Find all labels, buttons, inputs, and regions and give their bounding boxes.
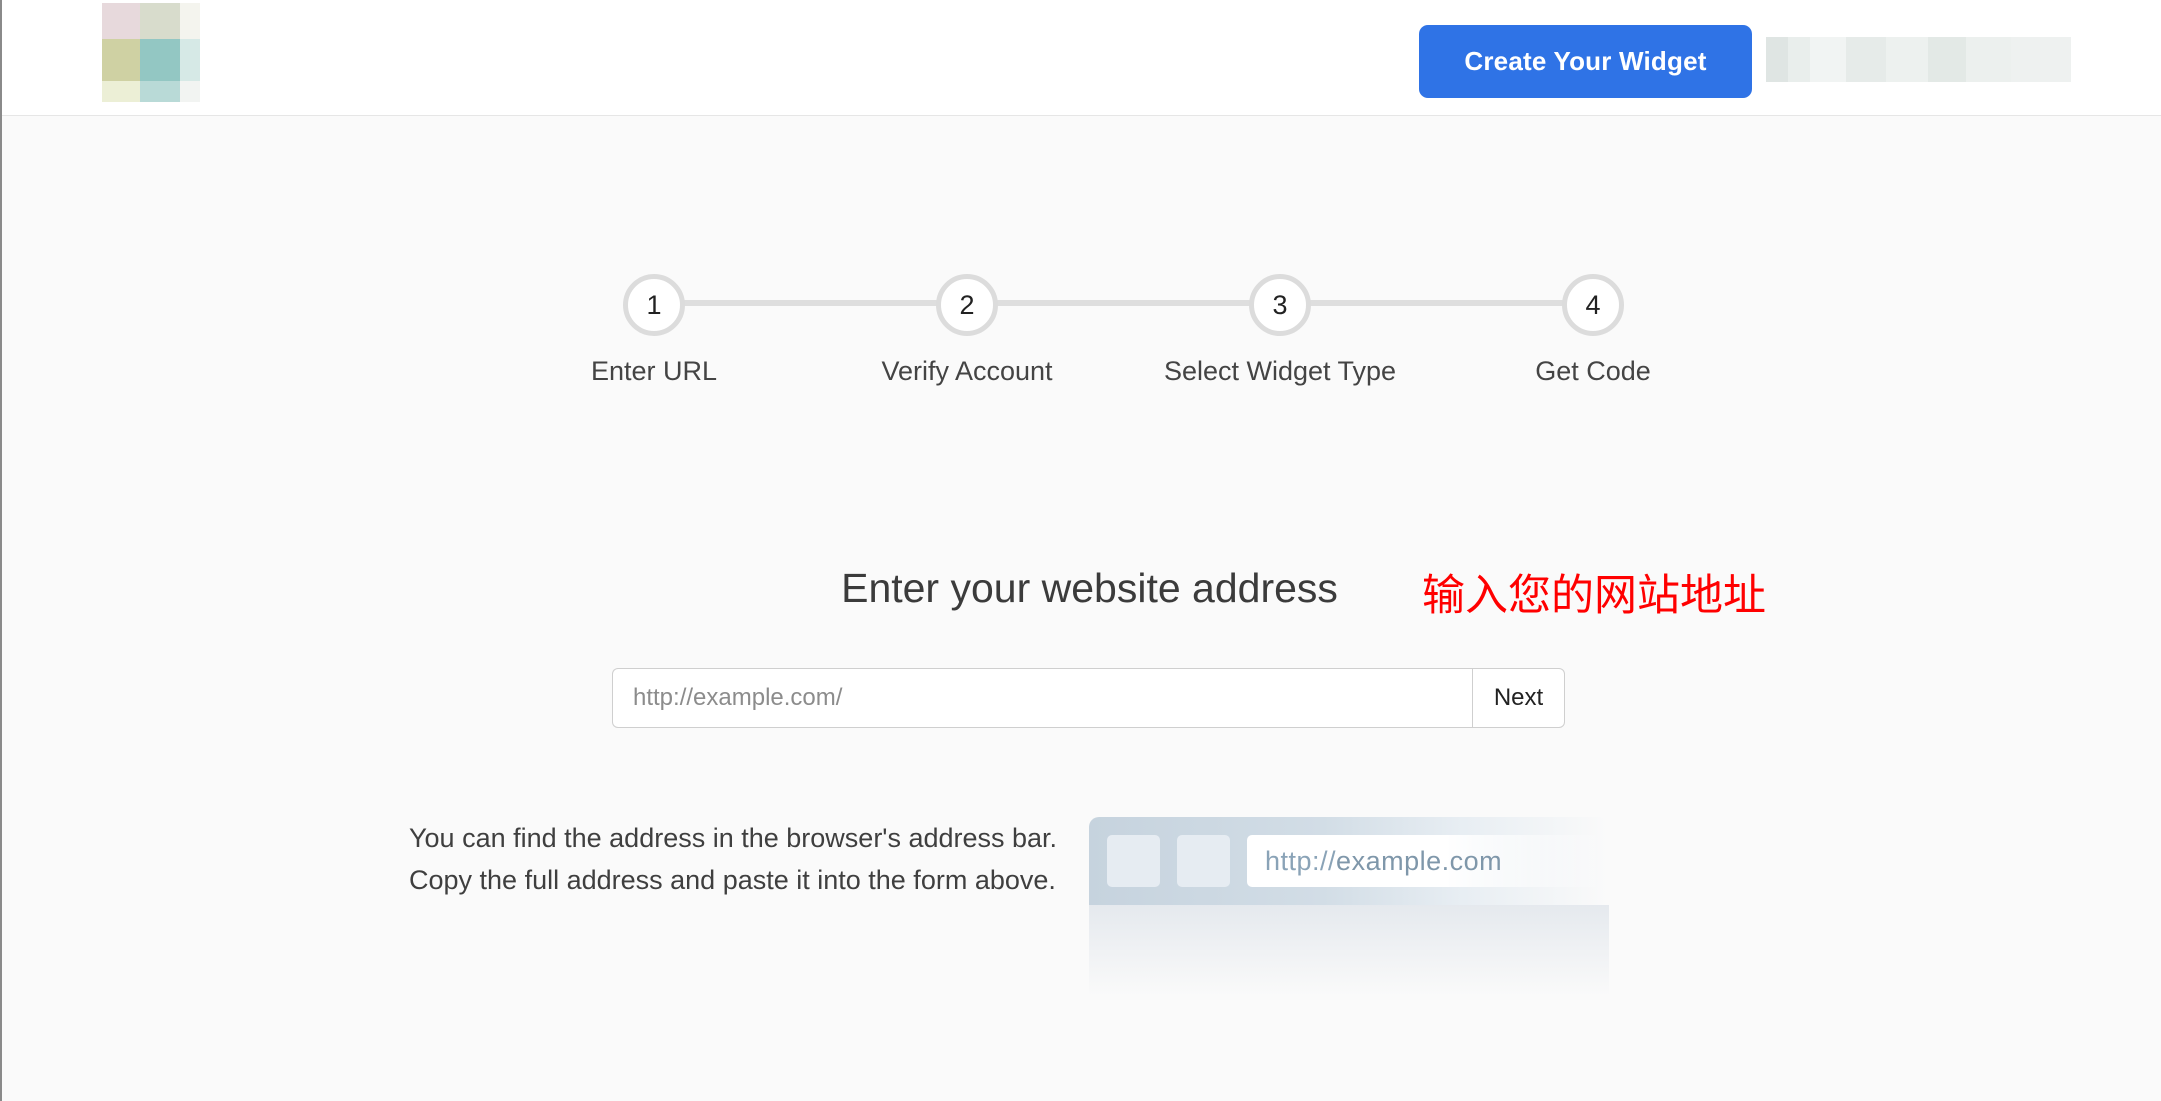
step-connector bbox=[995, 300, 1253, 306]
url-form: Next bbox=[612, 668, 1565, 728]
illustration-url-prefix: http:// bbox=[1265, 845, 1337, 876]
step-connector bbox=[682, 300, 940, 306]
step-3-label: Select Widget Type bbox=[1163, 356, 1397, 386]
step-4-label: Get Code bbox=[1535, 356, 1651, 386]
step-2-label: Verify Account bbox=[881, 356, 1053, 386]
website-url-input[interactable] bbox=[612, 668, 1472, 728]
step-1-label: Enter URL bbox=[590, 356, 718, 386]
browser-address-bar-illustration: http://example.com bbox=[1089, 817, 1609, 997]
step-3-indicator: 3 bbox=[1249, 274, 1311, 336]
page: Create Your Widget 1 2 3 4 Enter URL Ver… bbox=[0, 0, 2161, 1101]
page-title: Enter your website address bbox=[841, 565, 1338, 611]
illustration-url-domain: example.com bbox=[1336, 845, 1503, 876]
step-connector bbox=[1308, 300, 1566, 306]
step-1-indicator: 1 bbox=[623, 274, 685, 336]
illustration-forward-button-icon bbox=[1177, 835, 1230, 887]
illustration-back-button-icon bbox=[1107, 835, 1160, 887]
step-4-indicator: 4 bbox=[1562, 274, 1624, 336]
illustration-shadow bbox=[1089, 905, 1609, 997]
illustration-address-field: http://example.com bbox=[1247, 835, 1609, 887]
step-2-indicator: 2 bbox=[936, 274, 998, 336]
next-button[interactable]: Next bbox=[1472, 668, 1565, 728]
progress-stepper: 1 2 3 4 Enter URL Verify Account Select … bbox=[2, 0, 2161, 420]
help-text: You can find the address in the browser'… bbox=[409, 823, 1058, 895]
translation-annotation: 输入您的网站地址 bbox=[1422, 571, 1766, 621]
